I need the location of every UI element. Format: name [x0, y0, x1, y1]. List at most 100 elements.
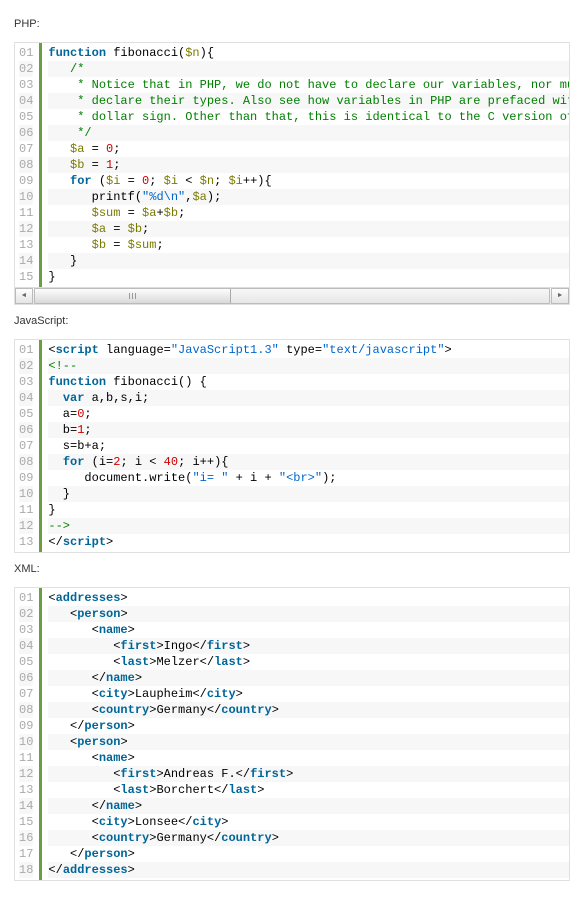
token-op: <: [48, 639, 120, 653]
code-line: </script>: [48, 534, 569, 550]
token-tag: person: [84, 847, 127, 861]
token-op: <: [48, 703, 98, 717]
code-line: document.write("i= " + i + "<br>");: [48, 470, 569, 486]
token-op: >: [128, 815, 135, 829]
code-line: function fibonacci() {: [48, 374, 569, 390]
scroll-left-button[interactable]: ◄: [15, 288, 33, 304]
token-op: );: [322, 471, 336, 485]
line-number: 11: [19, 205, 33, 221]
line-number: 06: [19, 125, 33, 141]
token-op: >: [128, 623, 135, 637]
line-number: 02: [19, 358, 33, 374]
code-block: 010203040506070809101112131415function f…: [14, 42, 570, 305]
code-line: <addresses>: [48, 590, 569, 606]
code-line: <last>Melzer</last>: [48, 654, 569, 670]
token-txt: Borchert: [156, 783, 214, 797]
scroll-track[interactable]: [34, 288, 550, 304]
token-op: [48, 254, 70, 268]
line-number: 04: [19, 93, 33, 109]
code-line: </person>: [48, 718, 569, 734]
line-number-gutter: 010203040506070809101112131415161718: [15, 588, 39, 880]
code-line: </addresses>: [48, 862, 569, 878]
token-op: >: [257, 783, 264, 797]
token-var: $b: [92, 238, 106, 252]
token-var: $b: [164, 206, 178, 220]
token-tag: addresses: [56, 591, 121, 605]
code-line: * declare their types. Also see how vari…: [48, 93, 569, 109]
code-content: <script language="JavaScript1.3" type="t…: [39, 340, 569, 552]
token-var: $b: [128, 222, 142, 236]
token-op: >: [128, 751, 135, 765]
token-op: document.write(: [48, 471, 192, 485]
code-line: for ($i = 0; $i < $n; $i++){: [48, 173, 569, 189]
token-op: </: [48, 671, 106, 685]
token-txt: Laupheim: [135, 687, 193, 701]
token-op: }: [48, 487, 70, 501]
token-op: ){: [200, 46, 214, 60]
token-tag: last: [120, 655, 149, 669]
token-op: }: [70, 254, 77, 268]
token-var: $i: [228, 174, 242, 188]
token-op: </: [236, 767, 250, 781]
token-var: $a: [70, 142, 84, 156]
token-com: /*: [70, 62, 84, 76]
token-tag: first: [250, 767, 286, 781]
code-content: <addresses> <person> <name> <first>Ingo<…: [39, 588, 569, 880]
token-com: * dollar sign. Other than that, this is …: [77, 110, 569, 124]
code-block: 01020304050607080910111213<script langua…: [14, 339, 570, 553]
token-op: [48, 391, 62, 405]
scroll-thumb[interactable]: [35, 289, 231, 303]
token-tag: city: [99, 815, 128, 829]
code-line: function fibonacci($n){: [48, 45, 569, 61]
token-op: b=: [48, 423, 77, 437]
token-op: >: [286, 767, 293, 781]
token-op: >: [120, 607, 127, 621]
line-number: 12: [19, 518, 33, 534]
token-op: </: [192, 639, 206, 653]
line-number: 13: [19, 237, 33, 253]
line-number: 02: [19, 61, 33, 77]
token-txt: Lonsee: [135, 815, 178, 829]
token-tag: last: [214, 655, 243, 669]
token-op: ; i++){: [178, 455, 228, 469]
token-op: >: [243, 639, 250, 653]
line-number: 03: [19, 77, 33, 93]
line-number: 15: [19, 269, 33, 285]
token-op: <: [48, 343, 55, 357]
line-number: 03: [19, 622, 33, 638]
code-line: for (i=2; i < 40; i++){: [48, 454, 569, 470]
line-number: 07: [19, 438, 33, 454]
token-fn: fibonacci: [113, 375, 178, 389]
token-op: >: [128, 863, 135, 877]
line-number: 06: [19, 422, 33, 438]
token-com: * Notice that in PHP, we do not have to …: [77, 78, 569, 92]
token-fn: fibonacci: [113, 46, 178, 60]
code-line: <city>Laupheim</city>: [48, 686, 569, 702]
horizontal-scrollbar[interactable]: ◄►: [15, 287, 569, 304]
token-op: >: [156, 639, 163, 653]
line-number: 01: [19, 590, 33, 606]
scroll-right-button[interactable]: ►: [551, 288, 569, 304]
code-line: $a = $b;: [48, 221, 569, 237]
line-number: 17: [19, 846, 33, 862]
token-op: >: [272, 831, 279, 845]
token-str: "JavaScript1.3": [171, 343, 279, 357]
token-op: type=: [279, 343, 322, 357]
code-line: -->: [48, 518, 569, 534]
token-tag: name: [99, 623, 128, 637]
code-line: s=b+a;: [48, 438, 569, 454]
token-kw: for: [70, 174, 92, 188]
token-com: <!--: [48, 359, 77, 373]
token-op: =: [120, 206, 142, 220]
token-fn: printf: [92, 190, 135, 204]
scroll-grip-icon: [129, 293, 137, 299]
token-op: <: [48, 767, 120, 781]
token-txt: Germany: [156, 831, 206, 845]
line-number: 09: [19, 173, 33, 189]
code-line: $sum = $a+$b;: [48, 205, 569, 221]
line-number: 03: [19, 374, 33, 390]
token-op: >: [120, 591, 127, 605]
token-tag: country: [99, 831, 149, 845]
token-txt: Germany: [156, 703, 206, 717]
code-line: <city>Lonsee</city>: [48, 814, 569, 830]
